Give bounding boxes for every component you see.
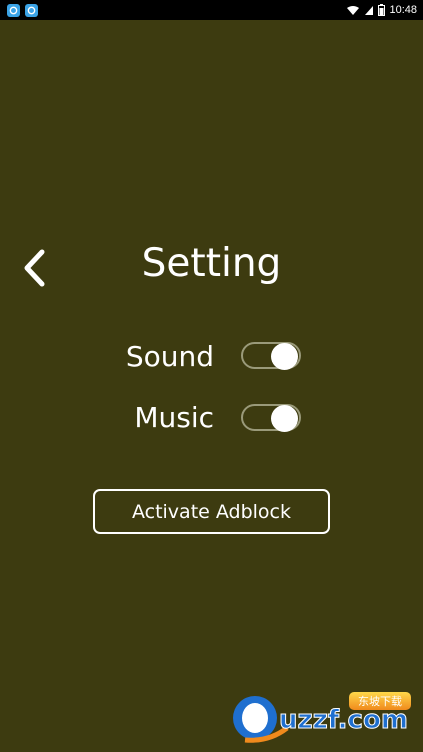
- status-bar: 10:48: [0, 0, 423, 20]
- status-notifications: [0, 3, 38, 17]
- page-title: Setting: [141, 241, 282, 286]
- music-label: Music: [134, 401, 214, 434]
- svg-text:东坡下载: 东坡下载: [358, 695, 402, 708]
- status-indicators: 10:48: [346, 4, 423, 16]
- activate-adblock-button[interactable]: Activate Adblock: [93, 489, 330, 534]
- sound-label: Sound: [125, 340, 214, 373]
- uzzf-watermark-logo: uzzf.com 东坡下载: [229, 688, 417, 744]
- app-notification-icon: [7, 3, 20, 17]
- battery-icon: [378, 4, 386, 16]
- app-notification-icon: [25, 3, 38, 17]
- wifi-icon: [347, 5, 360, 15]
- music-toggle-knob: [271, 405, 298, 432]
- sound-toggle-knob: [271, 343, 298, 370]
- signal-icon: [365, 5, 374, 15]
- status-clock: 10:48: [389, 4, 417, 16]
- music-toggle[interactable]: [241, 404, 301, 432]
- sound-toggle[interactable]: [241, 342, 301, 370]
